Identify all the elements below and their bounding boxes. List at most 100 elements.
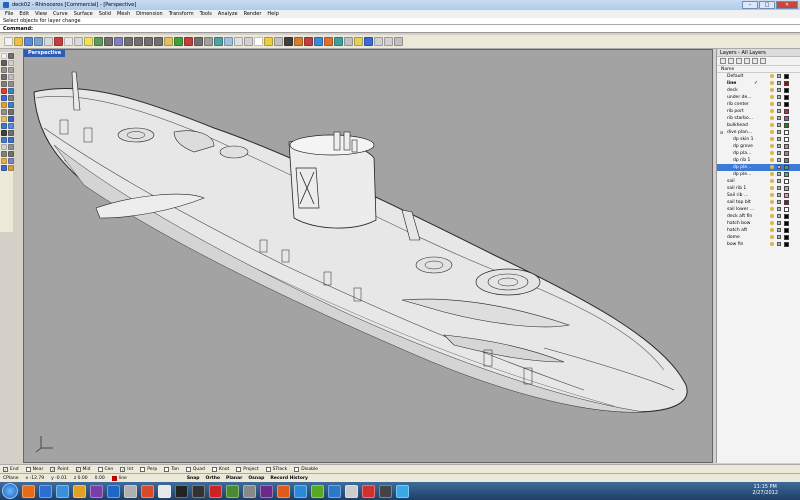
toolbar-tool-icon[interactable] [44,37,53,46]
lock-icon[interactable] [777,221,781,225]
lock-icon[interactable] [777,109,781,113]
taskbar-app-icon[interactable] [294,484,307,498]
move-up-button[interactable] [744,58,750,64]
lock-icon[interactable] [777,235,781,239]
lock-icon[interactable] [777,228,781,232]
taskbar-app-icon[interactable] [260,484,273,498]
left-tool-icon[interactable] [1,123,7,129]
toolbar-tool-icon[interactable] [364,37,373,46]
toolbar-tool-icon[interactable] [114,37,123,46]
toolbar-tool-icon[interactable] [84,37,93,46]
left-tool-icon[interactable] [1,88,7,94]
left-tool-icon[interactable] [1,144,7,150]
osnap-near[interactable]: Near [25,466,43,472]
toolbar-tool-icon[interactable] [214,37,223,46]
toolbar-tool-icon[interactable] [234,37,243,46]
toolbar-tool-icon[interactable] [164,37,173,46]
layer-color-swatch[interactable] [784,116,789,121]
visibility-bulb-icon[interactable] [770,137,774,141]
osnap-checkbox[interactable]: ✓ [75,466,81,472]
toolbar-tool-icon[interactable] [154,37,163,46]
toolbar-tool-icon[interactable] [384,37,393,46]
menu-item-mesh[interactable]: Mesh [114,11,133,17]
taskbar-app-icon[interactable] [311,484,324,498]
lock-icon[interactable] [777,207,781,211]
toolbar-tool-icon[interactable] [174,37,183,46]
layer-row[interactable]: bow fin [717,241,800,248]
visibility-bulb-icon[interactable] [770,165,774,169]
osnap-int[interactable]: ✓ Int [120,466,133,472]
layer-row[interactable]: dp ple... [717,164,800,171]
layer-row[interactable]: hatch bow [717,220,800,227]
taskbar-app-icon[interactable] [328,484,341,498]
expand-icon[interactable]: ⊟ [720,129,723,136]
lock-icon[interactable] [777,214,781,218]
taskbar-app-icon[interactable] [90,484,103,498]
toolbar-tool-icon[interactable] [294,37,303,46]
layer-row[interactable]: line ✓ [717,80,800,87]
filter-button[interactable] [760,58,766,64]
osnap-checkbox[interactable] [185,466,191,472]
left-tool-icon[interactable] [8,116,14,122]
layer-color-swatch[interactable] [784,123,789,128]
lock-icon[interactable] [777,81,781,85]
left-tool-icon[interactable] [8,67,14,73]
taskbar-app-icon[interactable] [209,484,222,498]
left-tool-icon[interactable] [8,165,14,171]
toolbar-tool-icon[interactable] [64,37,73,46]
lock-icon[interactable] [777,102,781,106]
mode-record-history[interactable]: Record History [270,476,308,481]
taskbar-app-icon[interactable] [107,484,120,498]
new-sublayer-button[interactable] [728,58,734,64]
osnap-project[interactable]: Project [236,466,259,472]
layer-row[interactable]: sail [717,178,800,185]
layer-color-swatch[interactable] [784,235,789,240]
mode-snap[interactable]: Snap [187,476,200,481]
lock-icon[interactable] [777,88,781,92]
layer-row[interactable]: dp pla... [717,150,800,157]
layer-color-swatch[interactable] [784,165,789,170]
lock-icon[interactable] [777,242,781,246]
toolbar-tool-icon[interactable] [324,37,333,46]
layer-row[interactable]: ⊟ dive plan... [717,129,800,136]
visibility-bulb-icon[interactable] [770,151,774,155]
toolbar-tool-icon[interactable] [244,37,253,46]
taskbar-app-icon[interactable] [39,484,52,498]
layer-row[interactable]: dp ple... [717,171,800,178]
close-button[interactable]: ✕ [776,1,798,9]
left-tool-icon[interactable] [8,74,14,80]
layer-row[interactable]: deck [717,87,800,94]
visibility-bulb-icon[interactable] [770,214,774,218]
lock-icon[interactable] [777,137,781,141]
left-tool-icon[interactable] [8,102,14,108]
layer-color-swatch[interactable] [784,137,789,142]
taskbar-app-icon[interactable] [345,484,358,498]
left-tool-icon[interactable] [1,95,7,101]
toolbar-tool-icon[interactable] [204,37,213,46]
layer-color-swatch[interactable] [784,179,789,184]
menu-item-transform[interactable]: Transform [166,11,197,17]
layer-color-swatch[interactable] [784,74,789,79]
left-tool-icon[interactable] [1,53,7,59]
left-tool-icon[interactable] [8,123,14,129]
left-tool-icon[interactable] [8,60,14,66]
mode-planar[interactable]: Planar [226,476,242,481]
visibility-bulb-icon[interactable] [770,116,774,120]
visibility-bulb-icon[interactable] [770,130,774,134]
toolbar-tool-icon[interactable] [224,37,233,46]
menu-item-tools[interactable]: Tools [197,11,215,17]
osnap-checkbox[interactable] [140,466,146,472]
layer-row[interactable]: bulkhead [717,122,800,129]
osnap-checkbox[interactable] [211,466,217,472]
layer-color-swatch[interactable] [784,109,789,114]
lock-icon[interactable] [777,158,781,162]
visibility-bulb-icon[interactable] [770,81,774,85]
left-tool-icon[interactable] [8,158,14,164]
osnap-strack[interactable]: STrack [265,466,287,472]
column-name-header[interactable]: Name [717,66,800,73]
taskbar-app-icon[interactable] [243,484,256,498]
layer-row[interactable]: dp skin 1 [717,136,800,143]
layer-row[interactable]: dome [717,234,800,241]
visibility-bulb-icon[interactable] [770,179,774,183]
layer-color-swatch[interactable] [784,242,789,247]
